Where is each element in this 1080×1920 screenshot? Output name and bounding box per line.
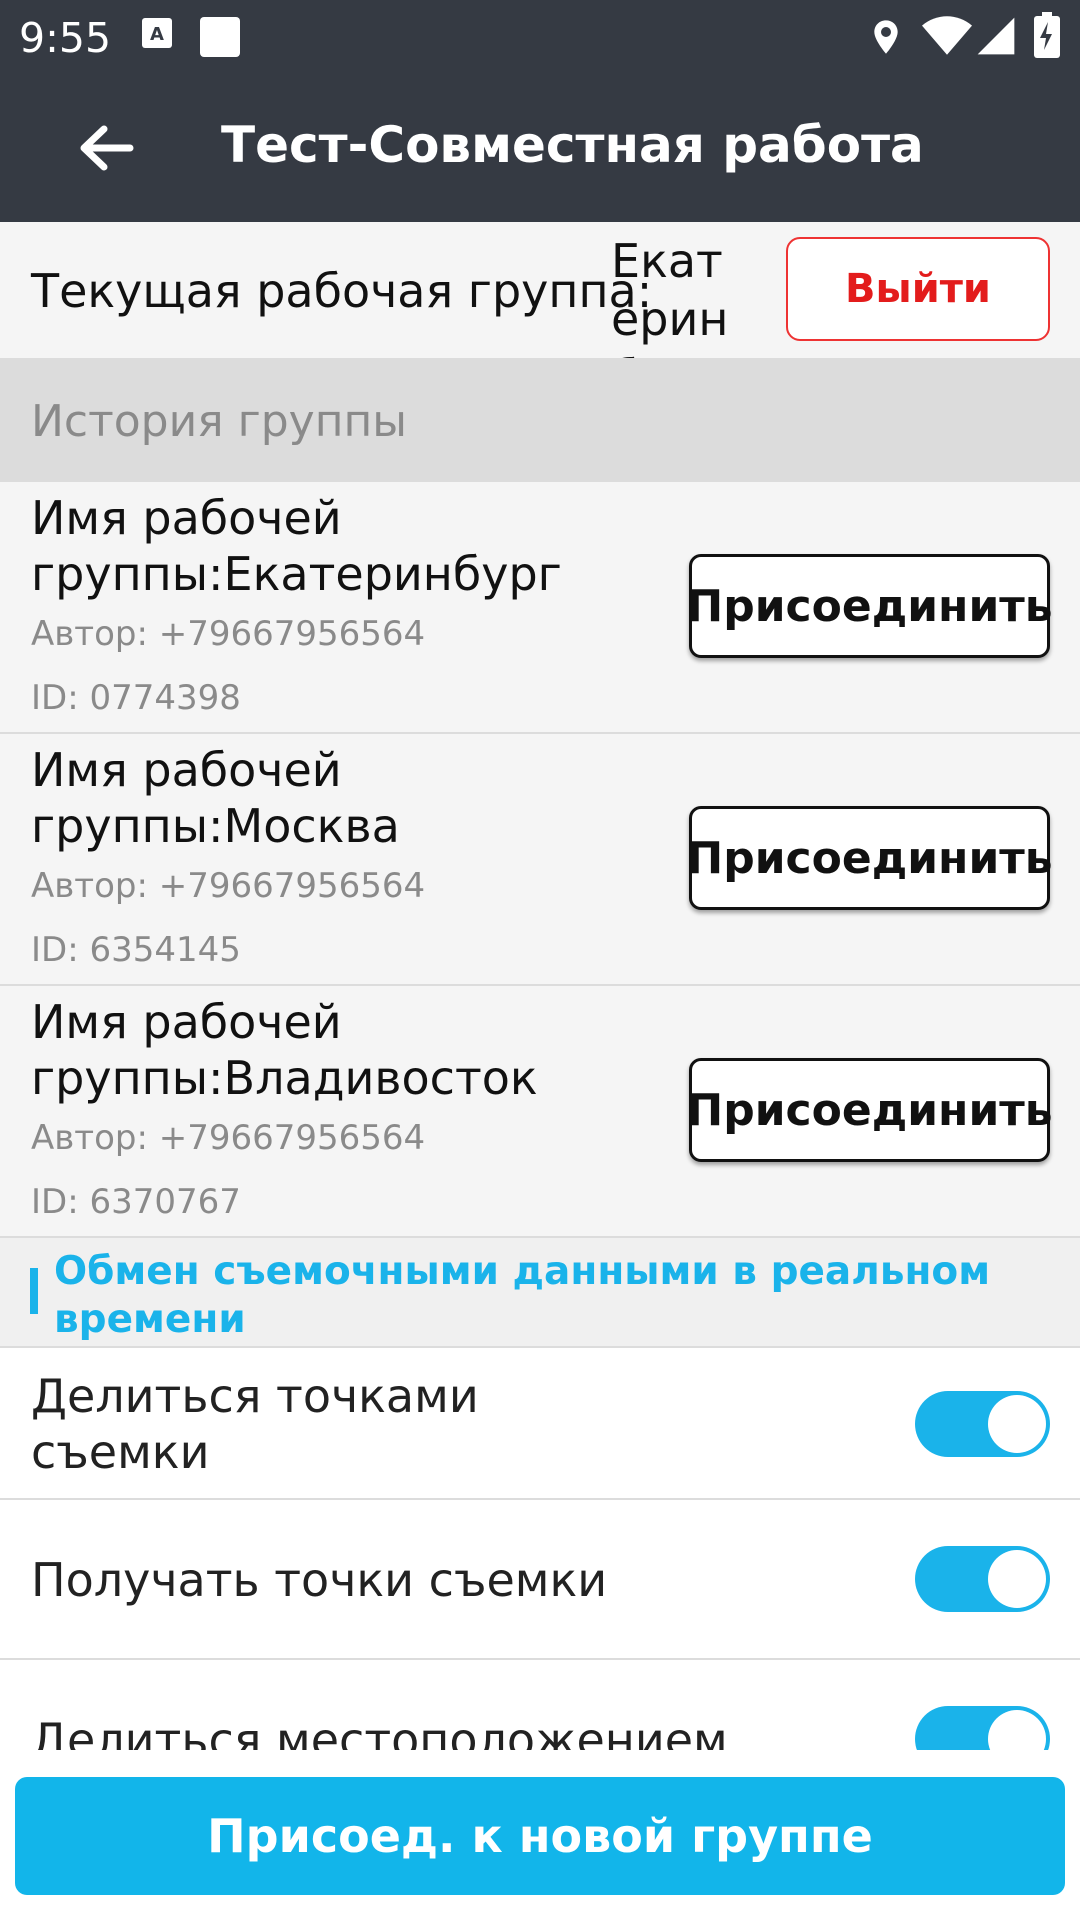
square-notification-icon [198,15,242,64]
join-new-group-button[interactable]: Присоед. к новой группе [15,1777,1065,1895]
realtime-section-title: Обмен съемочными данными в реальном врем… [54,1249,991,1342]
bottom-action-area: Присоед. к новой группе [0,1750,1080,1920]
app-screen: 9:55 A Тест-Совместная работа Текущая ра… [0,0,1080,1920]
status-time: 9:55 [19,14,112,62]
list-item: Имя рабочей группы:Екатеринбург Автор: +… [0,482,1080,734]
join-button[interactable]: Присоединить [686,806,1053,910]
exit-button[interactable]: Выйти [786,237,1050,341]
group-name: Имя рабочей группы:Москва [31,743,400,853]
group-author: Автор: +79667956564 [31,1118,426,1158]
section-accent-bar [30,1268,38,1314]
switch-knob [988,1395,1046,1453]
join-button[interactable]: Присоединить [686,554,1053,658]
arrow-left-icon [60,125,150,197]
page-title: Тест-Совместная работа [221,116,924,174]
switch-knob [988,1550,1046,1608]
battery-charging-icon [1034,12,1060,63]
receive-points-switch[interactable] [915,1546,1050,1612]
join-button[interactable]: Присоединить [686,1058,1053,1162]
group-id: ID: 0774398 [31,678,241,718]
back-button[interactable] [60,103,150,193]
current-group-row: Текущая рабочая группа: Екатеринбу Выйти [0,222,1080,404]
history-title: История группы [31,396,407,447]
status-bar: 9:55 A [0,0,1080,73]
toggle-row-share-points[interactable]: Делиться точками съемки [0,1348,1080,1500]
group-author: Автор: +79667956564 [31,866,426,906]
toggle-label: Делиться точками съемки [31,1369,479,1479]
signal-icon [976,16,1016,61]
a-notification-icon: A [141,17,173,54]
list-item: Имя рабочей группы:Москва Автор: +796679… [0,734,1080,986]
group-name: Имя рабочей группы:Владивосток [31,995,538,1105]
group-id: ID: 6370767 [31,1182,241,1222]
group-id: ID: 6354145 [31,930,241,970]
realtime-section-header: Обмен съемочными данными в реальном врем… [0,1238,1080,1348]
share-points-switch[interactable] [915,1391,1050,1457]
toggle-label: Получать точки съемки [31,1553,608,1607]
group-author: Автор: +79667956564 [31,614,426,654]
wifi-icon [922,14,972,63]
current-group-label: Текущая рабочая группа: [31,264,653,318]
location-icon [866,17,906,62]
history-header: История группы [0,358,1080,482]
list-item: Имя рабочей группы:Владивосток Автор: +7… [0,986,1080,1238]
svg-text:A: A [150,24,164,45]
app-bar: Тест-Совместная работа [0,73,1080,222]
group-name: Имя рабочей группы:Екатеринбург [31,491,562,601]
toggle-row-receive-points[interactable]: Получать точки съемки [0,1500,1080,1660]
